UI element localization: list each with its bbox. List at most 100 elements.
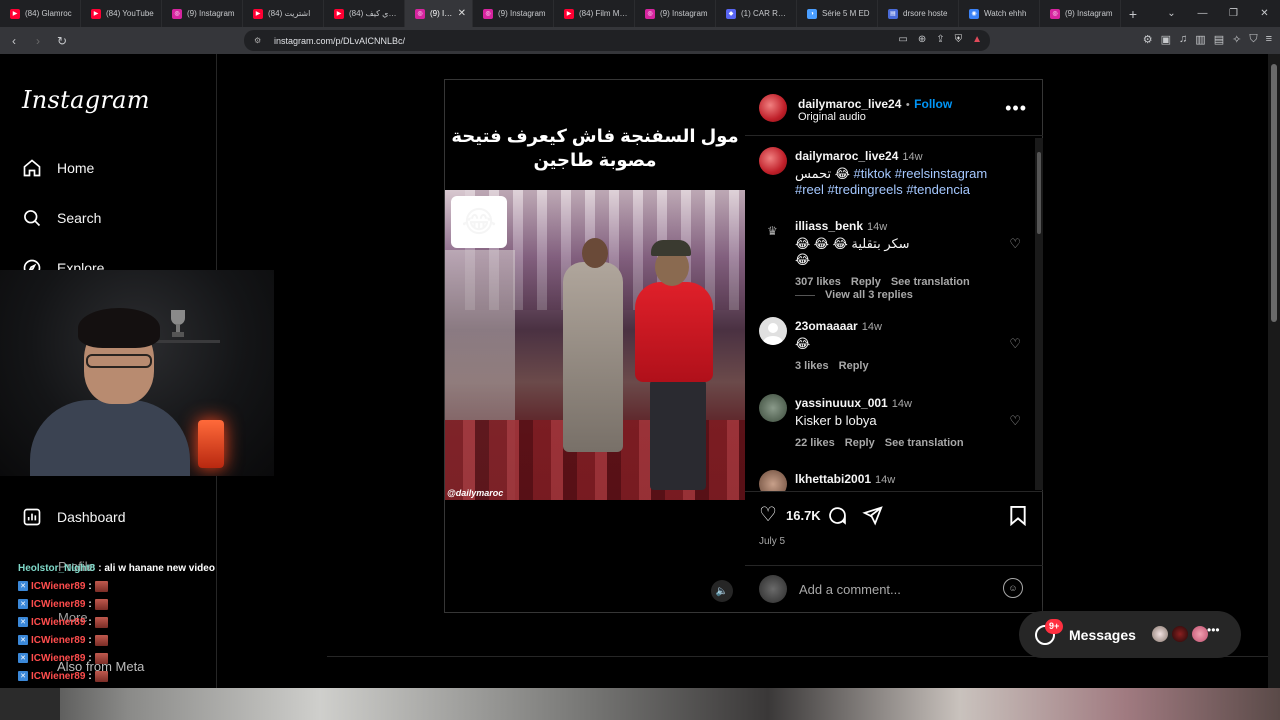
volume-icon[interactable]: 🔈: [711, 580, 733, 602]
maximize-icon[interactable]: ❐: [1218, 0, 1249, 27]
share-icon[interactable]: [862, 505, 883, 526]
comment-username[interactable]: lkhettabi2001: [795, 472, 871, 486]
comment-username[interactable]: 23omaaaar: [795, 319, 858, 333]
follow-button[interactable]: Follow: [914, 97, 952, 111]
comments-scrollbar[interactable]: [1035, 138, 1043, 490]
browser-tab[interactable]: ▶ (84) تحدي كيف: [324, 0, 405, 27]
hashtag[interactable]: #tredingreels: [828, 182, 903, 197]
comment-username[interactable]: yassinuuux_001: [795, 396, 888, 410]
comment-likes[interactable]: 307 likes: [795, 276, 841, 288]
music-icon[interactable]: ♫: [1179, 33, 1187, 46]
comment-username[interactable]: illiass_benk: [795, 219, 863, 233]
browser-tab[interactable]: ◆ (1) CAR REVE: [716, 0, 797, 27]
comment-like-heart-icon[interactable]: ♡: [1009, 236, 1021, 252]
comment-avatar[interactable]: [759, 394, 787, 422]
man-in-red-hoodie: [635, 282, 713, 382]
brave-shield-icon[interactable]: ⛨: [955, 34, 963, 45]
comment-input[interactable]: [799, 580, 989, 598]
comment-icon[interactable]: [827, 505, 848, 526]
messages-button[interactable]: 9+ Messages •••: [1019, 611, 1241, 658]
dashboard-icon: [23, 508, 41, 526]
page-scroll-thumb[interactable]: [1271, 64, 1277, 322]
minimize-icon[interactable]: —: [1187, 0, 1218, 27]
reply-button[interactable]: Reply: [839, 360, 869, 372]
extensions-icon[interactable]: ⚙: [1143, 33, 1153, 46]
leo-ai-icon[interactable]: ✧: [1232, 33, 1241, 46]
reply-button[interactable]: Reply: [851, 276, 881, 288]
sidebar-item-search[interactable]: Search: [22, 208, 101, 228]
view-replies-label[interactable]: View all 3 replies: [825, 289, 913, 301]
back-icon[interactable]: ‹: [4, 34, 24, 48]
new-tab-icon[interactable]: +: [1121, 6, 1145, 22]
browser-tab[interactable]: ◎ (9) Instagram: [473, 0, 554, 27]
browser-tab[interactable]: ▶ (84) Film Man: [554, 0, 635, 27]
instagram-logo[interactable]: Instagram: [22, 86, 150, 114]
like-count[interactable]: 16.7K: [786, 508, 821, 523]
reel-video[interactable]: 😂 @dailymaroc: [445, 190, 745, 500]
browser-tab[interactable]: ◉ Watch ehhh: [959, 0, 1040, 27]
comments-scroll-thumb[interactable]: [1037, 152, 1041, 234]
tab-title: (84) Film Man: [579, 9, 628, 18]
chat-emote-icon: [94, 670, 108, 682]
tab-favicon-icon: ▶: [10, 8, 20, 19]
hashtag[interactable]: #reel: [795, 182, 824, 197]
close-window-icon[interactable]: ✕: [1249, 0, 1280, 27]
site-info-icon[interactable]: ⚙: [254, 36, 264, 46]
browser-tab[interactable]: ◎ (9) Instagram: [635, 0, 716, 27]
caption-username[interactable]: dailymaroc_live24: [795, 149, 898, 163]
brave-rewards-icon[interactable]: ▲: [972, 34, 982, 45]
browser-tab[interactable]: ▶ (84) اشتريت: [243, 0, 324, 27]
browser-tab[interactable]: ◎ (9) Instagram: [162, 0, 243, 27]
browser-tab[interactable]: ▶ (84) Glamroc: [0, 0, 81, 27]
vpn-icon[interactable]: ⛉: [1249, 33, 1257, 46]
hashtag[interactable]: #tiktok: [854, 166, 892, 181]
author-avatar[interactable]: [759, 94, 787, 122]
reload-icon[interactable]: ↻: [52, 34, 72, 48]
save-bookmark-icon[interactable]: [1009, 505, 1027, 526]
hashtag[interactable]: #tendencia: [906, 182, 970, 197]
like-heart-icon[interactable]: ♡: [759, 502, 777, 527]
browser-tab[interactable]: ◑ Série 5 M ED: [797, 0, 878, 27]
tab-search-icon[interactable]: ⌄: [1156, 0, 1187, 27]
sidebar-item-dashboard[interactable]: Dashboard: [22, 507, 126, 527]
page-scrollbar[interactable]: [1268, 54, 1280, 688]
see-translation-button[interactable]: See translation: [891, 276, 970, 288]
sidebar-toggle-icon[interactable]: ▥: [1195, 33, 1205, 46]
browser-tab[interactable]: ◎ (9) Instagram: [1040, 0, 1121, 27]
comment-likes[interactable]: 3 likes: [795, 360, 829, 372]
caption-avatar[interactable]: [759, 147, 787, 175]
close-tab-icon[interactable]: ✕: [458, 8, 466, 19]
comment-avatar[interactable]: [759, 470, 787, 491]
browser-tab[interactable]: ▤ drsore hoste: [878, 0, 959, 27]
audio-label[interactable]: Original audio: [798, 111, 866, 123]
wallet-icon[interactable]: ▤: [1214, 33, 1224, 46]
comment-like-heart-icon[interactable]: ♡: [1009, 413, 1021, 429]
tab-title: (9) Instagram: [187, 9, 235, 18]
address-bar[interactable]: ⚙ instagram.com/p/DLvAICNNLBc/ ▭ ⊕ ⇪ ⛨ ▲: [244, 30, 990, 51]
sidebar-item-home[interactable]: Home: [22, 158, 94, 178]
comment-likes[interactable]: 22 likes: [795, 437, 835, 449]
author-username[interactable]: dailymaroc_live24: [798, 97, 901, 111]
default-avatar[interactable]: [759, 317, 787, 345]
share-icon[interactable]: ⇪: [936, 34, 944, 45]
install-icon[interactable]: ▭: [898, 34, 907, 45]
hashtag[interactable]: #reelsinstagram: [895, 166, 988, 181]
current-user-avatar[interactable]: [759, 575, 787, 603]
browser-tab[interactable]: ▶ (84) YouTube: [81, 0, 162, 27]
zoom-icon[interactable]: ⊕: [918, 34, 926, 45]
menu-icon[interactable]: ≡: [1266, 33, 1272, 46]
view-replies[interactable]: View all 3 replies: [795, 289, 913, 301]
screenshot-icon[interactable]: ▣: [1161, 33, 1171, 46]
emoji-picker-icon[interactable]: ☺: [1003, 578, 1023, 598]
see-translation-button[interactable]: See translation: [885, 437, 964, 449]
reel-media[interactable]: مول السفنجة فاش كيعرف فتيحة مصوبة طاجين …: [445, 80, 745, 500]
post-date[interactable]: July 5: [759, 536, 785, 547]
caption-time: 14w: [902, 151, 923, 163]
more-options-icon[interactable]: •••: [1005, 98, 1027, 119]
browser-tab[interactable]: ◎ (9) Ins ✕: [405, 0, 473, 27]
platform-icon: ✕: [18, 599, 28, 609]
post-modal: مول السفنجة فاش كيعرف فتيحة مصوبة طاجين …: [444, 79, 1043, 613]
reply-button[interactable]: Reply: [845, 437, 875, 449]
forward-icon[interactable]: ›: [28, 34, 48, 48]
comment-like-heart-icon[interactable]: ♡: [1009, 336, 1021, 352]
